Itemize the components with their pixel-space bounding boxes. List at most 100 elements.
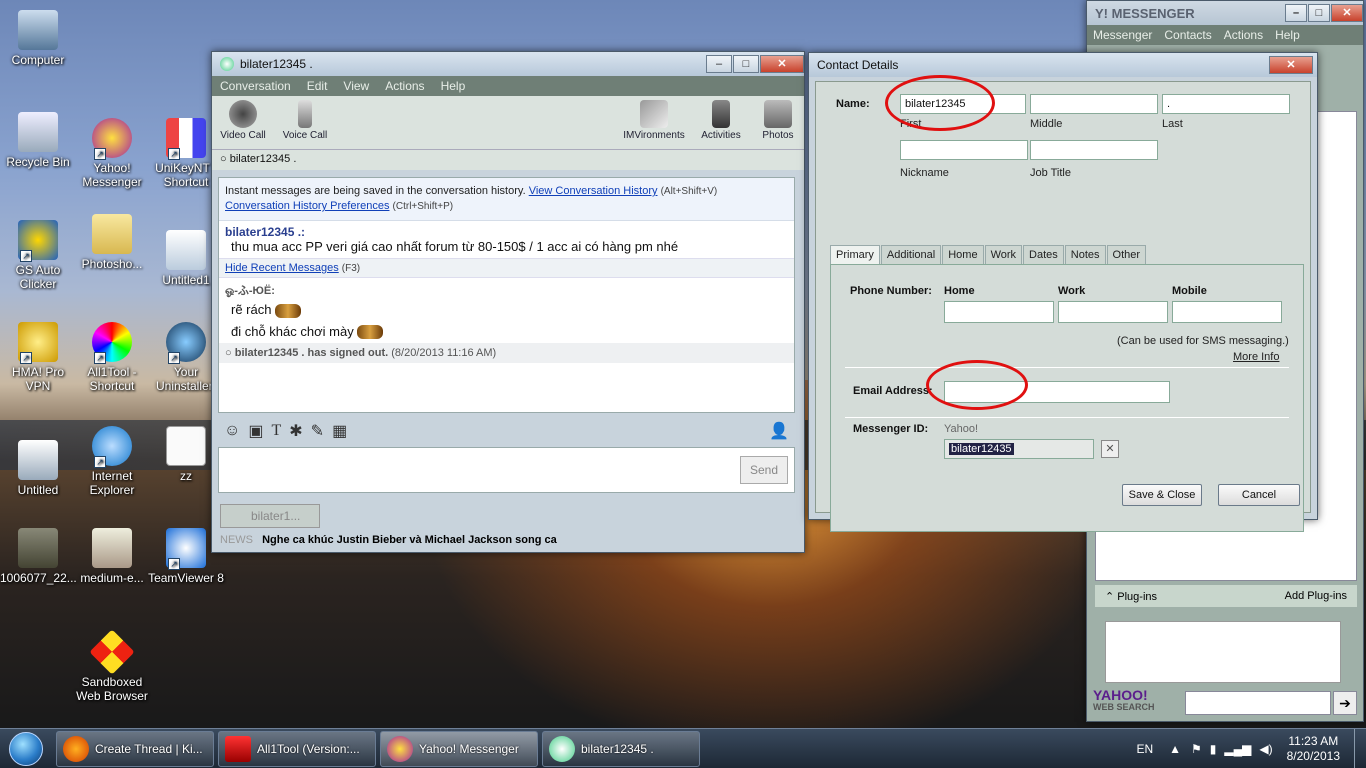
phone-work-input[interactable]	[1058, 301, 1168, 323]
contact-status-bar: ○ bilater12345 .	[212, 150, 804, 170]
desktop-icon-photoshop[interactable]: Photosho...	[74, 214, 150, 271]
power-icon[interactable]: ▮	[1206, 742, 1221, 756]
tab-notes[interactable]: Notes	[1064, 245, 1106, 264]
clock[interactable]: 11:23 AM 8/20/2013	[1277, 734, 1354, 764]
cancel-button[interactable]: Cancel	[1218, 484, 1300, 506]
text-file-icon	[166, 426, 206, 466]
taskbar-item-yahoo-messenger[interactable]: Yahoo! Messenger	[380, 730, 538, 767]
taskbar-item-all1tool[interactable]: All1Tool (Version:...	[218, 730, 376, 767]
emoticon-icon	[357, 325, 384, 340]
insert-icon[interactable]: ▦	[332, 421, 347, 441]
desktop-icon-all1tool[interactable]: ↗ All1Tool - Shortcut	[74, 322, 150, 393]
desktop-icon-computer[interactable]: Computer	[0, 10, 76, 67]
audible-icon[interactable]: ▣	[248, 421, 263, 441]
phone-home-input[interactable]	[944, 301, 1054, 323]
voice-call-button[interactable]: Voice Call	[274, 98, 336, 141]
contact-info-icon[interactable]: 👤	[769, 421, 789, 441]
send-button[interactable]: Send	[740, 456, 788, 484]
volume-icon[interactable]: ◀)	[1255, 742, 1276, 756]
maximize-button[interactable]: □	[1308, 4, 1330, 22]
offline-status-icon: ○	[220, 153, 227, 165]
plugins-toggle[interactable]: ⌃ Plug-ins	[1105, 590, 1157, 603]
close-button[interactable]: ✕	[1269, 56, 1313, 74]
ad-panel	[1105, 621, 1341, 683]
remove-id-icon[interactable]: ✕	[1101, 440, 1119, 458]
menu-help[interactable]: Help	[433, 79, 474, 93]
hide-recent-link[interactable]: Hide Recent Messages	[225, 262, 339, 274]
desktop-icon-recycle-bin[interactable]: Recycle Bin	[0, 112, 76, 169]
sandboxie-icon	[89, 629, 135, 675]
taskbar-item-firefox[interactable]: Create Thread | Ki...	[56, 730, 214, 767]
messenger-id-input[interactable]: bilater12435	[944, 439, 1094, 459]
yahoo-messenger-icon	[387, 735, 413, 762]
network-icon[interactable]: ▂▄▆	[1220, 742, 1255, 756]
save-close-button[interactable]: Save & Close	[1122, 484, 1202, 506]
view-history-link[interactable]: View Conversation History	[529, 185, 658, 197]
desktop-icon-internet-explorer[interactable]: ↗ Internet Explorer	[74, 426, 150, 497]
menu-conversation[interactable]: Conversation	[212, 79, 299, 93]
start-button[interactable]	[0, 729, 52, 768]
activities-button[interactable]: Activities	[690, 98, 752, 141]
menu-help[interactable]: Help	[1269, 28, 1306, 42]
phone-mobile-input[interactable]	[1172, 301, 1282, 323]
photo-thumbnail-icon	[18, 528, 58, 568]
desktop-icon-sandboxed-browser[interactable]: Sandboxed Web Browser	[74, 629, 150, 703]
conversation-tab[interactable]: bilater1...	[220, 504, 320, 528]
hide-recent-bar: Hide Recent Messages (F3)	[219, 258, 794, 278]
action-center-icon[interactable]: ⚑	[1187, 742, 1206, 756]
show-desktop-button[interactable]	[1354, 728, 1366, 768]
tab-additional[interactable]: Additional	[880, 245, 942, 264]
imvironments-button[interactable]: IMVironments	[618, 98, 690, 141]
tab-dates[interactable]: Dates	[1023, 245, 1064, 264]
job-title-input[interactable]	[1030, 140, 1158, 160]
desktop-icon-hma-vpn[interactable]: ↗ HMA! Pro VPN	[0, 322, 76, 393]
arrow-right-icon[interactable]: ➔	[1333, 691, 1357, 715]
all1tool-icon: ↗	[92, 322, 132, 364]
smiley-icon[interactable]: ☺	[224, 422, 240, 440]
web-search-input[interactable]	[1185, 691, 1331, 715]
dialog-titlebar: Contact Details ✕	[809, 53, 1317, 77]
middle-name-input[interactable]	[1030, 94, 1158, 114]
desktop-icon-untitled[interactable]: Untitled	[0, 440, 76, 497]
conversation-menubar: Conversation Edit View Actions Help	[212, 76, 804, 96]
menu-contacts[interactable]: Contacts	[1158, 28, 1217, 42]
text-format-icon[interactable]: T	[271, 422, 281, 440]
tab-home[interactable]: Home	[942, 245, 984, 264]
nickname-input[interactable]	[900, 140, 1028, 160]
video-call-button[interactable]: Video Call	[212, 98, 274, 141]
message-history[interactable]: Instant messages are being saved in the …	[218, 177, 795, 413]
photos-button[interactable]: Photos	[752, 98, 804, 141]
more-info-link[interactable]: More Info	[1233, 351, 1279, 363]
desktop-icon-photo-1006077[interactable]: 1006077_22...	[0, 528, 77, 585]
show-hidden-icons[interactable]: ▲	[1163, 742, 1187, 756]
history-preferences-link[interactable]: Conversation History Preferences	[225, 200, 389, 212]
desktop-icon-medium-e[interactable]: medium-e...	[74, 528, 150, 585]
close-button[interactable]: ✕	[760, 55, 804, 73]
teamviewer-icon: ↗	[166, 528, 206, 570]
menu-actions[interactable]: Actions	[377, 79, 432, 93]
desktop-icon-gs-auto-clicker[interactable]: ↗ GS Auto Clicker	[0, 220, 76, 291]
yahoo-web-search-logo: YAHOO! WEB SEARCH	[1093, 687, 1155, 712]
menu-messenger[interactable]: Messenger	[1087, 28, 1158, 42]
news-ticker[interactable]: NEWS Nghe ca khúc Justin Bieber và Micha…	[220, 534, 800, 546]
maximize-button[interactable]: □	[733, 55, 759, 73]
minimize-button[interactable]: –	[706, 55, 732, 73]
message-2: ஓ-ふ-ЮЁ: rẽ rách đi chỗ khác chơi mày	[219, 278, 794, 343]
menu-view[interactable]: View	[335, 79, 377, 93]
close-button[interactable]: ✕	[1331, 4, 1363, 22]
menu-actions[interactable]: Actions	[1218, 28, 1269, 42]
tab-primary[interactable]: Primary	[830, 245, 880, 264]
taskbar-item-conversation[interactable]: bilater12345 .	[542, 730, 700, 767]
message-input[interactable]: Send	[218, 447, 795, 493]
tab-other[interactable]: Other	[1106, 245, 1147, 264]
minimize-button[interactable]: –	[1285, 4, 1307, 22]
menu-edit[interactable]: Edit	[299, 79, 336, 93]
chess-piece-icon	[712, 100, 730, 128]
add-plugins-link[interactable]: Add Plug-ins	[1285, 590, 1347, 602]
desktop-icon-yahoo-messenger[interactable]: ↗ Yahoo! Messenger	[74, 118, 150, 189]
attach-icon[interactable]: ✎	[311, 421, 324, 441]
language-indicator[interactable]: EN	[1126, 742, 1163, 756]
buzz-icon[interactable]: ✱	[289, 421, 302, 441]
tab-work[interactable]: Work	[984, 245, 1023, 264]
last-name-input[interactable]: .	[1162, 94, 1290, 114]
